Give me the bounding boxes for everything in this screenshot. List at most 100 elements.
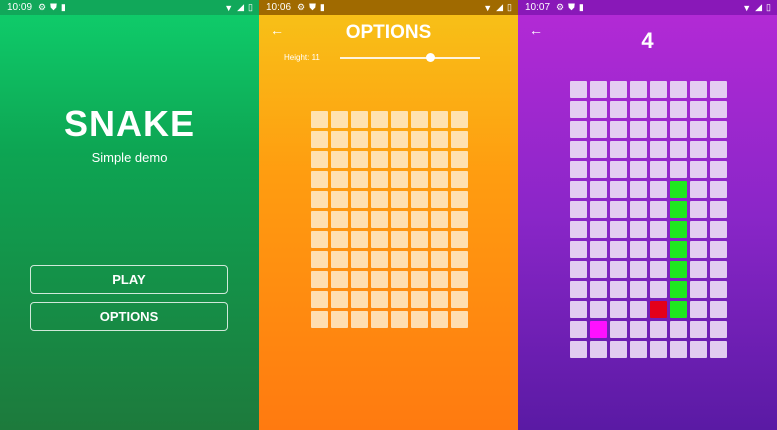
grid-cell xyxy=(311,171,328,188)
grid-cell xyxy=(431,131,448,148)
grid-cell xyxy=(431,191,448,208)
board-cell xyxy=(650,321,667,338)
grid-preview xyxy=(311,111,468,328)
height-slider-track[interactable] xyxy=(340,57,480,59)
shield-icon: ⛊ xyxy=(50,2,57,12)
board-cell xyxy=(670,81,687,98)
board-cell xyxy=(670,141,687,158)
board-cell xyxy=(710,101,727,118)
grid-cell xyxy=(331,191,348,208)
board-cell xyxy=(590,181,607,198)
board-cell xyxy=(690,221,707,238)
grid-cell xyxy=(311,191,328,208)
options-button[interactable]: OPTIONS xyxy=(30,302,228,331)
grid-cell xyxy=(311,291,328,308)
grid-cell xyxy=(351,131,368,148)
board-cell xyxy=(670,121,687,138)
height-slider-thumb[interactable] xyxy=(425,53,435,62)
board-cell xyxy=(650,221,667,238)
grid-cell xyxy=(411,131,428,148)
signal-icon: ◢ xyxy=(755,2,763,12)
status-time: 10:06 xyxy=(266,2,292,13)
board-cell xyxy=(630,321,647,338)
status-time: 10:07 xyxy=(525,2,551,13)
board-cell xyxy=(590,281,607,298)
battery-icon: ▯ xyxy=(248,2,253,12)
grid-cell xyxy=(311,231,328,248)
grid-cell xyxy=(391,131,408,148)
board-cell xyxy=(630,301,647,318)
status-time: 10:09 xyxy=(7,2,33,13)
board-cell xyxy=(650,121,667,138)
grid-cell xyxy=(311,211,328,228)
board-cell xyxy=(590,121,607,138)
board-cell xyxy=(710,301,727,318)
snake-segment xyxy=(670,281,687,298)
grid-cell xyxy=(391,171,408,188)
grid-cell xyxy=(431,291,448,308)
board-cell xyxy=(610,181,627,198)
grid-cell xyxy=(431,251,448,268)
board-cell xyxy=(590,221,607,238)
gear-icon: ⚙ xyxy=(297,2,306,12)
grid-cell xyxy=(451,251,468,268)
board-cell xyxy=(570,241,587,258)
wifi-icon: ▼ xyxy=(742,2,752,13)
grid-cell xyxy=(331,291,348,308)
board-cell xyxy=(630,221,647,238)
grid-cell xyxy=(391,251,408,268)
food-item xyxy=(590,321,607,338)
board-cell xyxy=(610,141,627,158)
signal-icon: ◢ xyxy=(496,2,504,12)
status-bar: 10:09 ⚙ ⛊ ▮ ▼ ◢ ▯ xyxy=(0,0,259,15)
board-cell xyxy=(570,321,587,338)
grid-cell xyxy=(371,231,388,248)
board-cell xyxy=(590,81,607,98)
gear-icon: ⚙ xyxy=(38,2,47,12)
score-display: 4 xyxy=(641,28,654,53)
board-cell xyxy=(690,181,707,198)
grid-cell xyxy=(311,271,328,288)
grid-cell xyxy=(451,311,468,328)
grid-cell xyxy=(351,211,368,228)
board-cell xyxy=(570,341,587,358)
grid-cell xyxy=(451,271,468,288)
grid-cell xyxy=(351,151,368,168)
board-cell xyxy=(630,341,647,358)
grid-cell xyxy=(431,311,448,328)
board-cell xyxy=(570,121,587,138)
snake-segment xyxy=(670,181,687,198)
game-board[interactable] xyxy=(570,81,727,358)
grid-cell xyxy=(351,251,368,268)
grid-cell xyxy=(311,111,328,128)
options-title: OPTIONS xyxy=(345,22,432,43)
board-cell xyxy=(710,121,727,138)
app-title: SNAKE xyxy=(63,103,196,144)
board-cell xyxy=(710,221,727,238)
board-cell xyxy=(610,261,627,278)
height-slider-label: Height: 11 xyxy=(284,53,320,62)
board-cell xyxy=(610,201,627,218)
board-cell xyxy=(610,321,627,338)
board-cell xyxy=(570,201,587,218)
grid-cell xyxy=(371,111,388,128)
grid-cell xyxy=(351,231,368,248)
menu-screen: 10:09 ⚙ ⛊ ▮ ▼ ◢ ▯ SNAKE Simple demo PLAY… xyxy=(0,0,259,430)
board-cell xyxy=(650,281,667,298)
board-cell xyxy=(570,221,587,238)
board-cell xyxy=(690,301,707,318)
status-bar: 10:07 ⚙ ⛊ ▮ ▼ ◢ ▯ xyxy=(518,0,777,15)
board-cell xyxy=(570,181,587,198)
board-cell xyxy=(650,261,667,278)
board-cell xyxy=(650,81,667,98)
board-cell xyxy=(690,241,707,258)
board-cell xyxy=(670,161,687,178)
grid-cell xyxy=(371,171,388,188)
wifi-icon: ▼ xyxy=(483,2,493,13)
board-cell xyxy=(590,161,607,178)
grid-cell xyxy=(371,271,388,288)
board-cell xyxy=(650,241,667,258)
grid-cell xyxy=(411,231,428,248)
play-button[interactable]: PLAY xyxy=(30,265,228,294)
board-cell xyxy=(610,161,627,178)
